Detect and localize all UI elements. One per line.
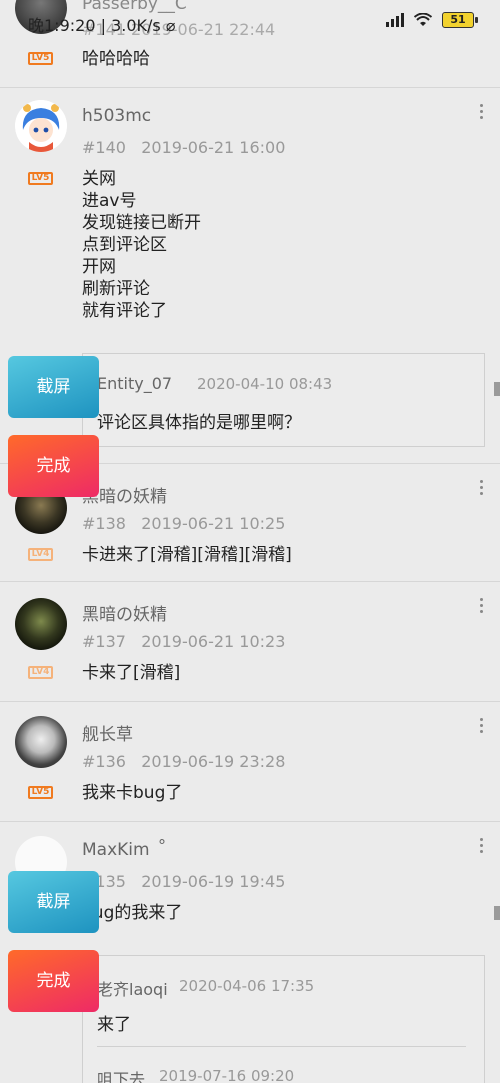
wifi-icon <box>414 13 432 26</box>
more-options-icon[interactable] <box>480 598 484 616</box>
reply-box[interactable]: Entity_07 2020-04-10 08:43 评论区具体指的是哪里啊？ <box>82 353 485 447</box>
level-badge: LV5 <box>28 52 53 65</box>
mute-icon: ⌀ <box>165 16 176 35</box>
comment-floor: #140 <box>82 138 126 157</box>
comment-time: 2019-06-19 19:45 <box>141 872 286 891</box>
done-button[interactable]: 完成 <box>8 435 99 497</box>
reply-time: 2019-07-16 09:20 <box>159 1067 295 1083</box>
comment-line: 关网 <box>82 169 116 189</box>
comment-line: 点到评论区 <box>82 235 167 255</box>
level-badge: LV5 <box>28 786 53 799</box>
reply-username[interactable]: Entity_07 <box>97 374 172 393</box>
avatar[interactable] <box>15 100 67 152</box>
status-left: 晚1:9:20 | 3.0K/s ⌀ <box>28 16 176 35</box>
comment-meta: #138 2019-06-21 10:25 <box>82 514 285 533</box>
comment-text: 卡进来了[滑稽][滑稽][滑稽] <box>82 545 292 565</box>
avatar[interactable] <box>15 598 67 650</box>
username-suffix: ° <box>158 836 166 855</box>
comment-floor: #136 <box>82 752 126 771</box>
screenshot-button[interactable]: 截屏 <box>8 356 99 418</box>
status-time: 晚1:9:20 <box>28 16 96 35</box>
comment-line: 进av号 <box>82 191 137 211</box>
level-badge: LV4 <box>28 548 53 561</box>
comment-time: 2019-06-21 10:25 <box>141 514 286 533</box>
done-button[interactable]: 完成 <box>8 950 99 1012</box>
scrollbar-thumb[interactable] <box>494 382 500 396</box>
comment-line: 开网 <box>82 257 116 277</box>
reply-text: 评论区具体指的是哪里啊？ <box>97 413 301 433</box>
comment-username[interactable]: MaxKim <box>82 840 150 860</box>
comment-item: 舰长草 #136 2019-06-19 23:28 LV5 我来卡bug了 <box>0 702 500 822</box>
comment-text: 卡来了[滑稽] <box>82 663 181 683</box>
comment-text: 我来卡bug了 <box>82 783 183 803</box>
battery-icon: 51 <box>442 12 478 28</box>
scrollbar-thumb[interactable] <box>494 906 500 920</box>
reply-time: 2020-04-10 08:43 <box>197 375 333 393</box>
reply-divider <box>97 1046 466 1047</box>
comment-username[interactable]: h503mc <box>82 106 151 126</box>
comment-username[interactable]: 黑暗の妖精 <box>82 600 167 625</box>
network-speed: 3.0K/s <box>111 16 161 35</box>
reply-time: 2020-04-06 17:35 <box>179 977 315 995</box>
comment-meta: #135 2019-06-19 19:45 <box>82 872 285 891</box>
comment-meta: #140 2019-06-21 16:00 <box>82 138 285 157</box>
comment-meta: #136 2019-06-19 23:28 <box>82 752 285 771</box>
comment-line: 刷新评论 <box>82 279 150 299</box>
avatar[interactable] <box>15 716 67 768</box>
comment-username[interactable]: 舰长草 <box>82 720 133 745</box>
comment-line: 就有评论了 <box>82 301 167 321</box>
avatar-anime-icon <box>15 100 67 152</box>
level-badge: LV5 <box>28 172 53 185</box>
comment-line: 发现链接已断开 <box>82 213 201 233</box>
screenshot-button[interactable]: 截屏 <box>8 871 99 933</box>
more-options-icon[interactable] <box>480 480 484 498</box>
comment-floor: #137 <box>82 632 126 651</box>
reply-username[interactable]: 咀下去 <box>97 1066 145 1083</box>
comment-text: 关网 进av号 发现链接已断开 点到评论区 开网 刷新评论 就有评论了 <box>82 168 201 322</box>
comment-time: 2019-06-21 16:00 <box>141 138 286 157</box>
level-badge: LV4 <box>28 666 53 679</box>
reply-box[interactable]: 老齐laoqi 2020-04-06 17:35 来了 咀下去 2019-07-… <box>82 955 485 1083</box>
comment-time: 2019-06-21 10:23 <box>141 632 286 651</box>
comment-floor: #138 <box>82 514 126 533</box>
signal-icon <box>386 13 404 27</box>
more-options-icon[interactable] <box>480 838 484 856</box>
status-bar: 晚1:9:20 | 3.0K/s ⌀ 51 <box>0 0 500 46</box>
more-options-icon[interactable] <box>480 718 484 736</box>
comment-meta: #137 2019-06-21 10:23 <box>82 632 285 651</box>
status-icons: 51 <box>386 12 478 28</box>
comment-time: 2019-06-19 23:28 <box>141 752 286 771</box>
comment-text: 哈哈哈哈 <box>82 49 150 69</box>
comment-item: 黑暗の妖精 #137 2019-06-21 10:23 LV4 卡来了[滑稽] <box>0 582 500 702</box>
reply-text: 来了 <box>97 1015 131 1035</box>
more-options-icon[interactable] <box>480 104 484 122</box>
reply-username[interactable]: 老齐laoqi <box>97 976 168 1000</box>
